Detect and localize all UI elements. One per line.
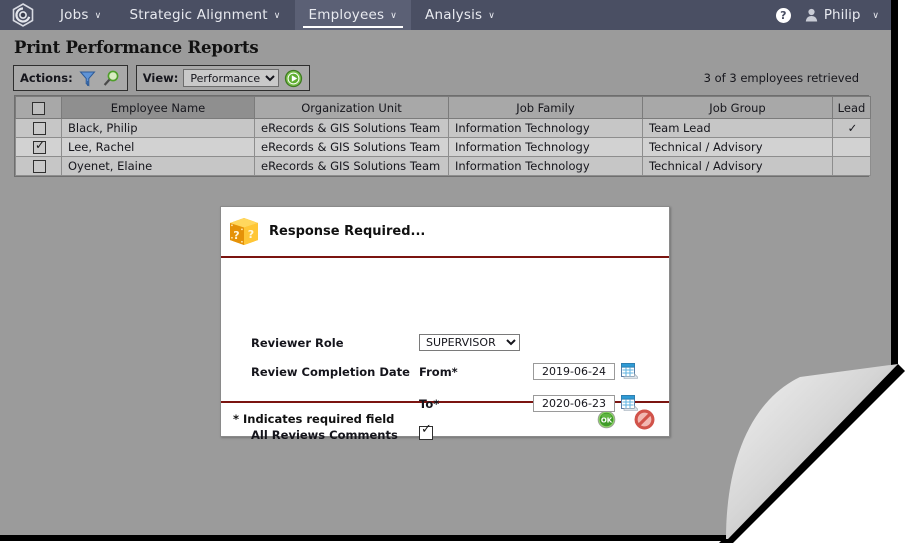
page-title: Print Performance Reports: [14, 38, 259, 57]
table-row[interactable]: Lee, Rachel eRecords & GIS Solutions Tea…: [15, 137, 871, 157]
cell-organization-unit: eRecords & GIS Solutions Team: [254, 118, 449, 138]
chevron-down-icon: ∨: [94, 11, 102, 21]
column-header-organization-unit[interactable]: Organization Unit: [254, 96, 449, 119]
actions-label: Actions:: [20, 71, 73, 85]
dialog-title: Response Required...: [269, 224, 426, 239]
row-checkbox[interactable]: [33, 139, 46, 154]
cell-job-group: Technical / Advisory: [642, 137, 833, 157]
go-play-icon[interactable]: [284, 69, 303, 88]
ok-label: OK: [601, 416, 613, 424]
view-label: View:: [142, 71, 179, 85]
user-avatar-icon: [805, 8, 818, 22]
row-checkbox[interactable]: [33, 122, 46, 135]
hexagon-logo-icon: [12, 3, 34, 27]
cell-job-group: Technical / Advisory: [642, 156, 833, 176]
reviewer-role-label: Reviewer Role: [251, 336, 344, 350]
nav-item-employees[interactable]: Employees ∨: [294, 0, 412, 30]
dialog-body: Reviewer Role SUPERVISOR Review Completi…: [221, 258, 669, 442]
cell-employee-name: Black, Philip: [61, 118, 255, 138]
table-row[interactable]: Oyenet, Elaine eRecords & GIS Solutions …: [15, 156, 871, 176]
dialog-header: ? ? Response Required...: [221, 207, 669, 258]
magnifier-search-icon[interactable]: [102, 69, 121, 88]
table-header-row: Employee Name Organization Unit Job Fami…: [15, 96, 871, 119]
chevron-down-icon: ∨: [488, 11, 496, 21]
row-select-cell[interactable]: [15, 137, 62, 157]
cell-job-family: Information Technology: [448, 118, 643, 138]
column-header-employee-name[interactable]: Employee Name: [61, 96, 255, 119]
column-header-lead[interactable]: Lead: [832, 96, 871, 119]
cell-organization-unit: eRecords & GIS Solutions Team: [254, 156, 449, 176]
cell-job-family: Information Technology: [448, 156, 643, 176]
actions-group: Actions:: [13, 65, 128, 91]
cell-employee-name: Lee, Rachel: [61, 137, 255, 157]
table-row[interactable]: Black, Philip eRecords & GIS Solutions T…: [15, 118, 871, 138]
svg-text:?: ?: [233, 229, 239, 242]
filter-funnel-icon[interactable]: [78, 69, 97, 88]
nav-item-label: Employees: [308, 7, 385, 23]
from-label: From*: [419, 365, 458, 379]
nav-item-analysis[interactable]: Analysis ∨: [411, 0, 509, 30]
calendar-picker-icon[interactable]: [621, 395, 638, 411]
nav-item-label: Analysis: [425, 7, 483, 23]
select-all-header[interactable]: [15, 96, 62, 119]
to-label: To*: [419, 397, 440, 411]
cell-lead: ✓: [832, 118, 871, 138]
chevron-down-icon: ∨: [273, 11, 281, 21]
nav-item-jobs[interactable]: Jobs ∨: [46, 0, 115, 30]
row-select-cell[interactable]: [15, 156, 62, 176]
toolbar: Actions: View: Performance: [13, 65, 311, 91]
view-select[interactable]: Performance: [183, 69, 280, 87]
reviewer-role-select[interactable]: SUPERVISOR: [419, 334, 520, 351]
nav-item-label: Strategic Alignment: [129, 7, 268, 23]
cell-employee-name: Oyenet, Elaine: [61, 156, 255, 176]
employee-table: Employee Name Organization Unit Job Fami…: [15, 96, 871, 176]
calendar-picker-icon[interactable]: [621, 363, 638, 379]
column-header-job-family[interactable]: Job Family: [448, 96, 643, 119]
column-header-job-group[interactable]: Job Group: [642, 96, 833, 119]
svg-text:?: ?: [248, 228, 254, 241]
all-reviews-comments-label: All Reviews Comments: [251, 428, 398, 442]
question-cube-icon: ? ?: [230, 218, 258, 245]
cell-job-group: Team Lead: [642, 118, 833, 138]
employee-grid: Employee Name Organization Unit Job Fami…: [14, 95, 871, 177]
page-curl-corner: [719, 364, 905, 543]
app-logo[interactable]: [0, 0, 46, 30]
chevron-down-icon: ∨: [872, 11, 879, 21]
cell-lead: [832, 156, 871, 176]
from-date-input[interactable]: [533, 363, 615, 380]
user-menu[interactable]: Philip ∨: [805, 7, 879, 23]
help-question-icon[interactable]: ?: [775, 7, 791, 23]
all-reviews-comments-checkbox[interactable]: [419, 423, 433, 440]
cell-lead: [832, 137, 871, 157]
nav-item-strategic-alignment[interactable]: Strategic Alignment ∨: [115, 0, 294, 30]
user-name-label: Philip: [823, 7, 861, 23]
required-field-note: * Indicates required field: [233, 412, 395, 426]
review-completion-date-label: Review Completion Date: [251, 365, 410, 379]
to-date-input[interactable]: [533, 395, 615, 412]
row-select-cell[interactable]: [15, 118, 62, 138]
response-required-dialog: ? ? Response Required... Reviewer Role S…: [220, 206, 670, 442]
cancel-deny-icon[interactable]: [634, 409, 655, 430]
row-checkbox[interactable]: [33, 160, 46, 173]
cell-organization-unit: eRecords & GIS Solutions Team: [254, 137, 449, 157]
nav-right-group: ? Philip ∨: [775, 0, 891, 30]
cell-job-family: Information Technology: [448, 137, 643, 157]
select-all-checkbox[interactable]: [32, 101, 45, 115]
records-retrieved-status: 3 of 3 employees retrieved: [703, 71, 859, 85]
view-group: View: Performance: [135, 65, 311, 91]
ok-confirm-icon[interactable]: OK: [597, 410, 616, 429]
nav-item-label: Jobs: [60, 7, 89, 23]
chevron-down-icon: ∨: [390, 11, 398, 21]
top-navigation-bar: Jobs ∨ Strategic Alignment ∨ Employees ∨…: [0, 0, 891, 30]
